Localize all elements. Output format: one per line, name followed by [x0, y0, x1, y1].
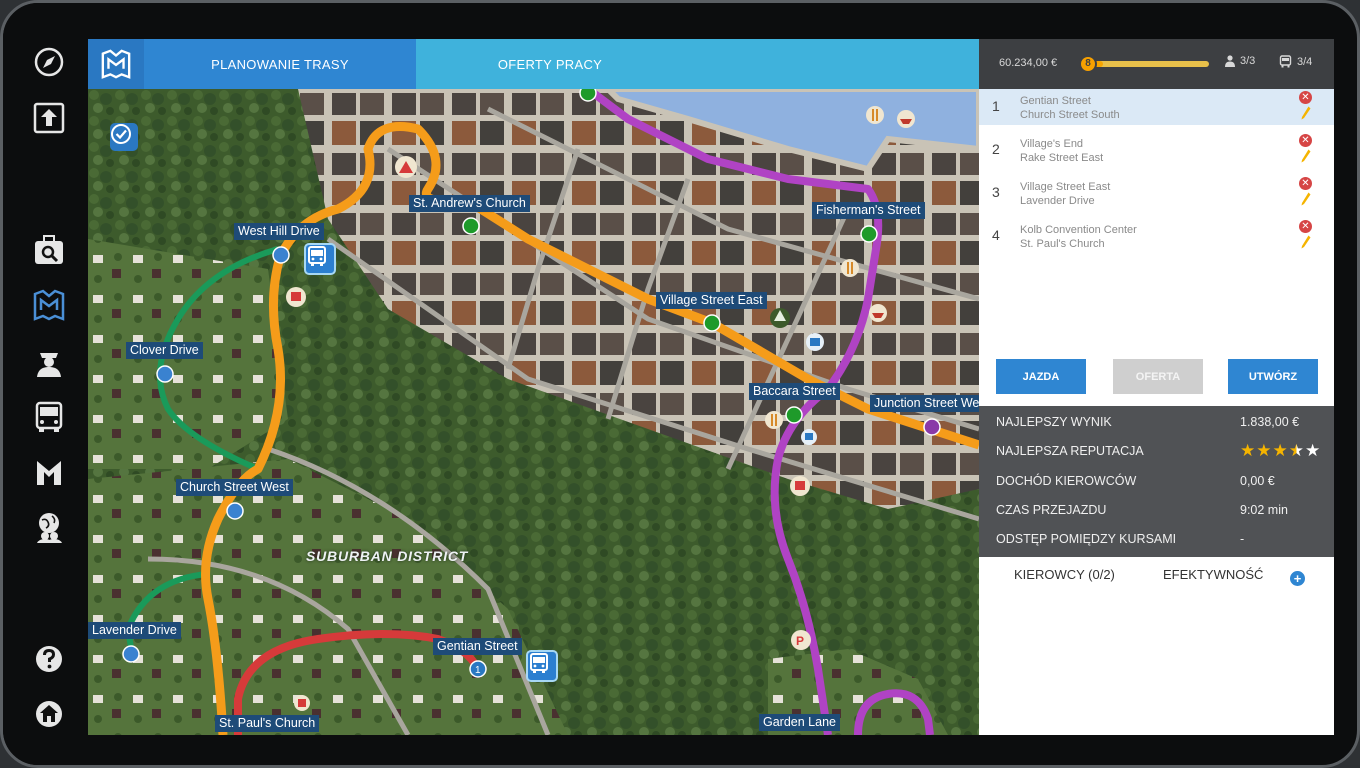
route-panel: 60.234,00 € 8 3/3 3/4 1 Gentian Street C… [979, 39, 1334, 735]
buses-count: 3/4 [1279, 55, 1312, 68]
delete-route-icon[interactable]: ✕ [1299, 177, 1312, 190]
stop-label-fishermans-street[interactable]: Fisherman's Street [812, 202, 925, 219]
mail-icon[interactable] [30, 453, 68, 491]
bus-stop-icon[interactable] [526, 650, 558, 682]
reputation-stars: ★ ★ ★ ★ ★ [1240, 442, 1320, 459]
district-label: SUBURBAN DISTRICT [306, 548, 469, 564]
stop-label-clover-drive[interactable]: Clover Drive [126, 342, 203, 359]
stop-label-village-street-east[interactable]: Village Street East [656, 292, 767, 309]
home-icon[interactable] [30, 695, 68, 733]
delete-route-icon[interactable]: ✕ [1299, 134, 1312, 147]
stat-driver-income: DOCHÓD KIEROWCÓW 0,00 € [996, 474, 1275, 488]
person-icon [1225, 55, 1235, 67]
city-map[interactable]: P 1 West Hill Drive St. Andrew's Church … [88, 89, 979, 735]
route-item-1[interactable]: 1 Gentian Street Church Street South ✕ [979, 89, 1334, 125]
route-item-3[interactable]: 3 Village Street East Lavender Drive ✕ [979, 175, 1334, 211]
delete-route-icon[interactable]: ✕ [1299, 220, 1312, 233]
stat-interval: ODSTĘP POMIĘDZY KURSAMI - [996, 532, 1245, 546]
status-bar: 60.234,00 € 8 3/3 3/4 [979, 39, 1334, 89]
checkmark-icon[interactable] [110, 123, 138, 151]
gauge-track [1091, 61, 1209, 67]
tablet-frame: PLANOWANIE TRASY OFERTY PRACY P 1 West H… [0, 0, 1360, 768]
edit-pencil-icon[interactable] [1301, 149, 1311, 163]
map-icon[interactable] [30, 286, 68, 324]
bus-stop-icon[interactable] [304, 243, 336, 275]
money-display: 60.234,00 € [999, 57, 1058, 69]
svg-text:P: P [796, 634, 804, 648]
stop-label-church-street-west[interactable]: Church Street West [176, 479, 293, 496]
star-icon: ★ [1305, 441, 1321, 460]
stop-label-st-pauls-church[interactable]: St. Paul's Church [215, 715, 320, 732]
stop-label-gentian-street[interactable]: Gentian Street [433, 638, 522, 655]
star-icon: ★ [1272, 441, 1288, 460]
route-item-2[interactable]: 2 Village's End Rake Street East ✕ [979, 132, 1334, 168]
tab-drivers[interactable]: KIEROWCY (0/2) [1014, 567, 1115, 582]
route-stats: NAJLEPSZY WYNIK 1.838,00 € NAJLEPSZA REP… [979, 406, 1334, 557]
search-briefcase-icon[interactable] [30, 231, 68, 269]
delete-route-icon[interactable]: ✕ [1299, 91, 1312, 104]
edit-pencil-icon[interactable] [1301, 106, 1311, 120]
stop-label-lavender-drive[interactable]: Lavender Drive [88, 622, 181, 639]
stat-best-reputation: NAJLEPSZA REPUTACJA ★ ★ ★ ★ ★ [996, 441, 1321, 460]
world-user-icon[interactable] [30, 508, 68, 546]
star-icon: ★ [1288, 441, 1304, 460]
bottom-tabs: KIEROWCY (0/2) EFEKTYWNOŚĆ + [979, 567, 1334, 591]
star-icon: ★ [1256, 441, 1272, 460]
compass-icon[interactable] [30, 43, 68, 81]
small-bus-icon [1279, 55, 1292, 68]
add-icon[interactable]: + [1290, 571, 1305, 586]
help-icon[interactable] [30, 640, 68, 678]
create-button[interactable]: UTWÓRZ [1228, 359, 1318, 394]
stop-number-marker: 1 [475, 665, 481, 676]
map-logo-icon[interactable] [88, 39, 144, 89]
tab-route-planning[interactable]: PLANOWANIE TRASY [144, 39, 416, 89]
drivers-count: 3/3 [1225, 55, 1255, 67]
drive-button[interactable]: JAZDA [996, 359, 1086, 394]
route-item-4[interactable]: 4 Kolb Convention Center St. Paul's Chur… [979, 218, 1334, 254]
stop-label-st-andrews-church[interactable]: St. Andrew's Church [409, 195, 530, 212]
offer-button[interactable]: OFERTA [1113, 359, 1203, 394]
stop-label-garden-lane[interactable]: Garden Lane [759, 714, 840, 731]
map-graphics: P 1 [88, 89, 979, 735]
tab-efficiency[interactable]: EFEKTYWNOŚĆ [1163, 567, 1263, 582]
stat-best-result: NAJLEPSZY WYNIK 1.838,00 € [996, 415, 1300, 429]
stat-travel-time: CZAS PRZEJAZDU 9:02 min [996, 503, 1288, 517]
bus-icon[interactable] [30, 398, 68, 436]
star-icon: ★ [1240, 441, 1256, 460]
tab-job-offers[interactable]: OFERTY PRACY [416, 39, 684, 89]
top-tab-bar: PLANOWANIE TRASY OFERTY PRACY [88, 39, 979, 89]
stop-label-baccara-street[interactable]: Baccara Street [749, 383, 840, 400]
stop-label-west-hill-drive[interactable]: West Hill Drive [234, 223, 324, 240]
edit-pencil-icon[interactable] [1301, 192, 1311, 206]
gauge-level-badge: 8 [1079, 55, 1097, 73]
stop-label-junction-street[interactable]: Junction Street We [870, 395, 979, 412]
exit-icon[interactable] [30, 99, 68, 137]
edit-pencil-icon[interactable] [1301, 235, 1311, 249]
sidebar [3, 3, 88, 765]
driver-icon[interactable] [30, 343, 68, 381]
